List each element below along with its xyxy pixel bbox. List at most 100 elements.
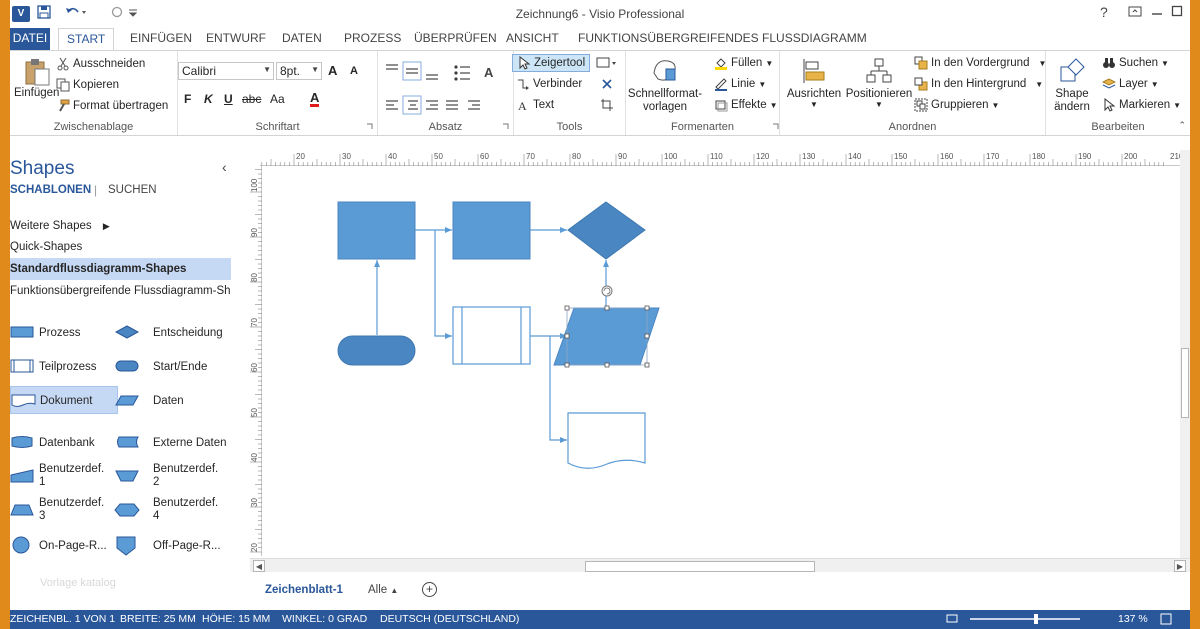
minimize-button[interactable]	[1151, 4, 1163, 21]
tab-start[interactable]: START	[58, 28, 114, 50]
crop-tool-button[interactable]	[600, 98, 614, 112]
tab-view[interactable]: ANSICHT	[498, 28, 567, 50]
align-button[interactable]: Ausrichten ▼	[786, 57, 842, 109]
document-shape[interactable]	[567, 412, 646, 469]
line-button[interactable]: Linie ▼	[714, 77, 766, 91]
zoom-slider[interactable]	[970, 618, 1080, 620]
fit-page-icon[interactable]	[1160, 613, 1172, 628]
master-document[interactable]: Dokument	[10, 386, 118, 414]
tab-cross-functional[interactable]: FUNKTIONSÜBERGREIFENDES FLUSSDIAGRAMM	[570, 28, 875, 50]
terminator-shape-icon	[115, 360, 139, 372]
scroll-right-icon[interactable]: ▶	[1174, 560, 1186, 572]
drawing-canvas[interactable]	[265, 167, 1190, 557]
fill-button[interactable]: Füllen ▼	[714, 56, 773, 70]
master-custom-4[interactable]: Benutzerdef. 4	[114, 497, 234, 525]
master-off-page-reference[interactable]: Off-Page-R...	[114, 536, 234, 556]
zoom-level[interactable]: 137 %	[1118, 613, 1148, 625]
master-data[interactable]: Daten	[114, 393, 234, 411]
tab-insert[interactable]: EINFÜGEN	[122, 28, 200, 50]
stencil-more-shapes[interactable]: Weitere Shapes ▶	[10, 215, 231, 237]
quick-styles-button[interactable]: Schnellformat- vorlagen	[626, 55, 704, 114]
stencil-cross-functional[interactable]: Funktionsübergreifende Flussdiagramm-Sha…	[10, 280, 231, 302]
presentation-mode-icon[interactable]	[946, 613, 958, 628]
stencil-basic-flowchart[interactable]: Standardflussdiagramm-Shapes	[10, 258, 231, 280]
change-shape-button[interactable]: Shape ändern	[1050, 57, 1094, 114]
format-painter-button[interactable]: Format übertragen	[56, 99, 168, 113]
italic-button[interactable]: K	[204, 92, 213, 106]
rectangle-tool-button[interactable]	[596, 56, 618, 70]
zoom-slider-thumb[interactable]	[1034, 614, 1038, 624]
text-tool-button[interactable]: A Text	[516, 98, 554, 112]
bring-to-front-button[interactable]: In den Vordergrund ▼	[914, 56, 1046, 70]
copy-button[interactable]: Kopieren	[56, 78, 119, 92]
effects-button[interactable]: Effekte ▼	[714, 98, 778, 112]
maximize-button[interactable]	[1171, 4, 1183, 21]
master-custom-2[interactable]: Benutzerdef. 2	[114, 463, 234, 491]
cut-button[interactable]: Ausschneiden	[56, 57, 145, 71]
chevron-right-icon: ▶	[102, 221, 110, 231]
pointer-tool-button[interactable]: Zeigertool	[512, 54, 591, 72]
pointer-tool-label: Zeigertool	[534, 57, 586, 69]
font-color-button[interactable]: A	[310, 91, 320, 107]
underline-button[interactable]: U	[224, 92, 233, 106]
scroll-left-icon[interactable]: ◀	[253, 560, 265, 572]
group-button[interactable]: Gruppieren ▼	[914, 98, 999, 112]
send-to-back-button[interactable]: In den Hintergrund ▼	[914, 77, 1043, 91]
vertical-scrollbar[interactable]	[1180, 150, 1190, 558]
font-size-select[interactable]: 8pt. ▼	[276, 62, 322, 80]
master-decision[interactable]: Entscheidung	[114, 325, 234, 343]
horizontal-scrollbar[interactable]: ◀ ▶	[250, 558, 1190, 572]
decision-shape[interactable]	[567, 201, 646, 260]
add-page-button[interactable]: +	[422, 582, 437, 597]
master-external-data[interactable]: Externe Daten	[114, 435, 234, 453]
process-shape-1[interactable]	[337, 201, 416, 260]
change-case-button[interactable]: Aa	[270, 92, 285, 106]
status-page[interactable]: ZEICHENBL. 1 VON 1	[10, 613, 115, 625]
process-shape-2[interactable]	[452, 201, 531, 260]
connector-branch-subprocess[interactable]	[434, 230, 452, 339]
master-custom-3[interactable]: Benutzerdef. 3	[10, 497, 110, 525]
chevron-down-icon: ▼	[991, 100, 1000, 110]
collapse-ribbon-icon[interactable]: ⌃	[1178, 120, 1186, 131]
connector-tool-button[interactable]: Verbinder	[516, 77, 582, 91]
tab-review[interactable]: ÜBERPRÜFEN	[406, 28, 505, 50]
master-start-end[interactable]: Start/Ende	[114, 359, 234, 377]
select-button[interactable]: Markieren ▼	[1102, 98, 1181, 112]
tab-stencils[interactable]: SCHABLONEN	[10, 184, 91, 196]
master-database[interactable]: Datenbank	[10, 435, 110, 453]
connection-point-button[interactable]	[600, 77, 614, 91]
status-language[interactable]: DEUTSCH (DEUTSCHLAND)	[380, 613, 519, 625]
master-subprocess[interactable]: Teilprozess	[10, 359, 110, 377]
subprocess-shape[interactable]	[452, 306, 531, 365]
tab-data[interactable]: DATEN	[274, 28, 330, 50]
terminator-shape[interactable]	[337, 335, 416, 366]
master-on-page-reference[interactable]: On-Page-R...	[10, 536, 110, 554]
layer-button[interactable]: Layer ▼	[1102, 77, 1159, 91]
scissors-icon	[57, 57, 69, 71]
paste-button[interactable]: Einfügen	[14, 57, 59, 99]
chevron-left-icon[interactable]: ‹	[222, 159, 227, 175]
font-name-select[interactable]: Calibri ▼	[178, 62, 274, 80]
tab-design[interactable]: ENTWURF	[198, 28, 274, 50]
grow-font-button[interactable]: A	[328, 63, 337, 78]
strikethrough-button[interactable]: abc	[242, 92, 261, 106]
vertical-scroll-thumb[interactable]	[1181, 348, 1189, 418]
master-custom-1[interactable]: Benutzerdef. 1	[10, 463, 110, 491]
tab-process[interactable]: PROZESS	[336, 28, 409, 50]
page-tab-active[interactable]: Zeichenblatt-1	[265, 584, 343, 596]
bold-button[interactable]: F	[184, 92, 191, 106]
find-button[interactable]: Suchen ▼	[1102, 56, 1169, 70]
help-button[interactable]: ?	[1100, 4, 1108, 20]
rotate-handle-icon[interactable]	[601, 285, 613, 297]
horizontal-scroll-thumb[interactable]	[585, 561, 815, 572]
paragraph-align-icons[interactable]: A	[384, 61, 504, 121]
tab-search[interactable]: SUCHEN	[108, 184, 157, 196]
shrink-font-button[interactable]: A	[350, 65, 358, 77]
stencil-quick-shapes[interactable]: Quick-Shapes	[10, 236, 231, 258]
ribbon-display-options-button[interactable]	[1128, 4, 1142, 21]
position-button[interactable]: Positionieren ▼	[844, 57, 914, 109]
master-process[interactable]: Prozess	[10, 325, 110, 343]
ruler-label: 80	[572, 152, 581, 161]
all-pages-button[interactable]: Alle ▲	[368, 584, 398, 596]
tab-file[interactable]: DATEI	[10, 28, 50, 50]
